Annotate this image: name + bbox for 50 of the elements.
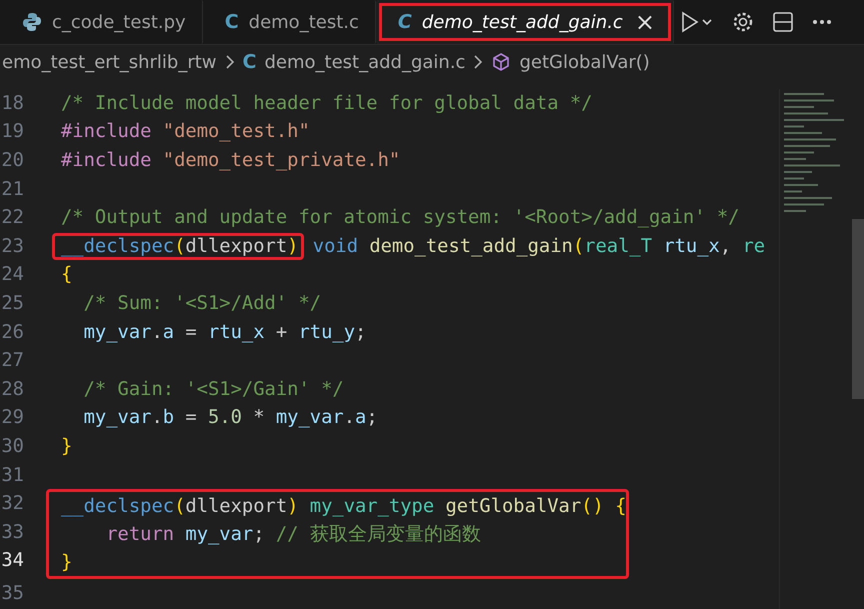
code-line: /* Sum: '<S1>/Add' */	[82, 292, 322, 316]
line-number: 27	[0, 350, 24, 372]
cube-icon	[491, 52, 512, 72]
c-file-icon: C	[224, 11, 239, 33]
code-line: my_var.b = 5.0 * my_var.a;	[82, 406, 378, 430]
editor-tab[interactable]: C demo_test.c	[202, 0, 376, 44]
line-number: 18	[0, 92, 24, 114]
code-line: }	[61, 550, 72, 575]
code-line: return my_var; // 获取全局变量的函数	[105, 522, 481, 548]
line-number: 30	[0, 436, 24, 457]
code-line: /* Output and update for atomic system: '<Root>/add_gain' */	[61, 206, 740, 230]
editor-tab[interactable]: C demo_test_add_gain.c ×	[376, 0, 674, 44]
line-number: 34	[0, 550, 24, 572]
line-number: 32	[0, 493, 24, 514]
more-icon[interactable]	[812, 19, 832, 25]
code-line: /* Include model header file for global data */	[61, 92, 592, 116]
line-number: 23	[0, 236, 24, 257]
code-line: __declspec(dllexport) my_var_type getGlobalVar() {	[61, 494, 626, 519]
line-number: 33	[0, 522, 24, 543]
settings-icon[interactable]	[732, 11, 754, 33]
line-number: 31	[0, 464, 24, 486]
breadcrumb-item[interactable]: emo_test_ert_shrlib_rtw	[2, 52, 217, 72]
code-line: /* Gain: '<S1>/Gain' */	[82, 378, 344, 402]
breadcrumb-item[interactable]: getGlobalVar()	[519, 52, 650, 72]
chevron-right-icon	[473, 54, 484, 70]
python-icon	[22, 12, 42, 32]
chevron-right-icon	[224, 54, 235, 70]
line-number: 25	[0, 292, 24, 314]
c-file-icon: C	[398, 11, 412, 33]
line-number: 26	[0, 322, 24, 343]
line-number: 24	[0, 264, 24, 286]
scrollbar-thumb[interactable]	[852, 219, 864, 399]
close-button[interactable]: ×	[632, 8, 657, 36]
code-line: #include "demo_test_private.h"	[61, 148, 400, 173]
breadcrumb-item[interactable]: demo_test_add_gain.c	[264, 52, 466, 72]
code-line: #include "demo_test.h"	[61, 120, 310, 144]
line-number: 19	[0, 121, 24, 142]
code-line: }	[61, 434, 72, 459]
highlight-box: __declspec(dllexport)	[52, 232, 304, 260]
code-line: {	[61, 263, 72, 288]
line-number: 29	[0, 407, 24, 428]
code-line: my_var.a = rtu_x + rtu_y;	[82, 320, 366, 345]
run-icon[interactable]	[680, 11, 714, 33]
line-number: 35	[0, 583, 24, 604]
line-number: 20	[0, 150, 24, 171]
c-file-icon: C	[242, 51, 256, 73]
split-editor-icon[interactable]	[772, 11, 794, 33]
line-number: 21	[0, 178, 24, 200]
line-number: 22	[0, 207, 24, 228]
line-number: 28	[0, 378, 24, 400]
